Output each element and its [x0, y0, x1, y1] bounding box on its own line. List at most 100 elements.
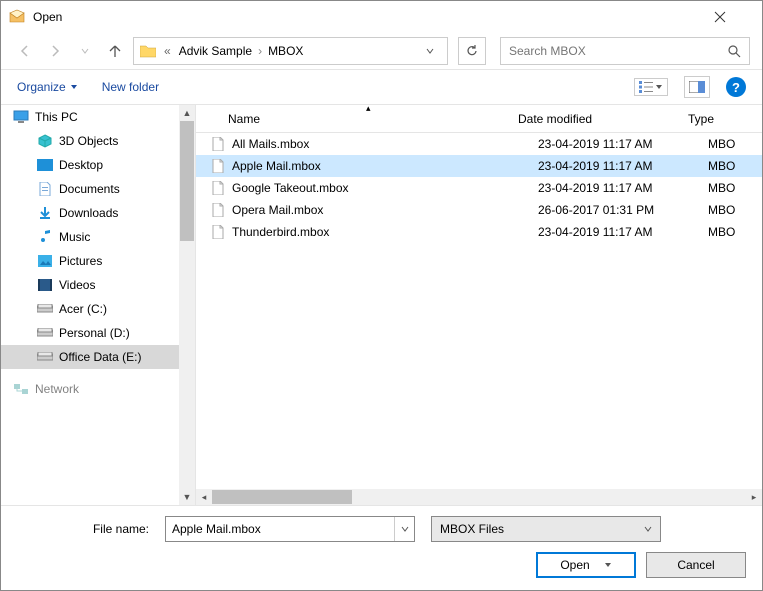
pictures-icon — [37, 253, 53, 269]
tree-downloads[interactable]: Downloads — [1, 201, 179, 225]
file-icon — [208, 225, 228, 239]
filetype-select[interactable]: MBOX Files — [431, 516, 661, 542]
file-type: MBO — [708, 159, 762, 173]
breadcrumb[interactable]: « Advik Sample › MBOX — [133, 37, 448, 65]
network-icon — [13, 381, 29, 397]
app-icon — [9, 9, 25, 25]
tree-label: This PC — [35, 110, 78, 124]
open-button[interactable]: Open — [536, 552, 636, 578]
scroll-up-arrow[interactable]: ▲ — [179, 105, 195, 121]
breadcrumb-part-2[interactable]: MBOX — [264, 44, 307, 58]
column-name[interactable]: ▴ Name — [208, 112, 518, 126]
file-type: MBO — [708, 225, 762, 239]
file-date: 23-04-2019 11:17 AM — [538, 181, 708, 195]
preview-pane-button[interactable] — [684, 76, 710, 98]
tree-network[interactable]: Network — [1, 377, 179, 401]
tree-label: Documents — [59, 182, 120, 196]
tree-label: Pictures — [59, 254, 102, 268]
desktop-icon — [37, 157, 53, 173]
scroll-thumb[interactable] — [180, 121, 194, 241]
file-icon — [208, 137, 228, 151]
file-row[interactable]: Apple Mail.mbox23-04-2019 11:17 AMMBO — [196, 155, 762, 177]
column-date[interactable]: Date modified — [518, 112, 688, 126]
cancel-button[interactable]: Cancel — [646, 552, 746, 578]
file-type: MBO — [708, 203, 762, 217]
column-type[interactable]: Type — [688, 112, 762, 126]
drive-icon — [37, 325, 53, 341]
close-button[interactable] — [714, 11, 754, 23]
file-row[interactable]: All Mails.mbox23-04-2019 11:17 AMMBO — [196, 133, 762, 155]
scroll-down-arrow[interactable]: ▼ — [179, 489, 195, 505]
file-row[interactable]: Thunderbird.mbox23-04-2019 11:17 AMMBO — [196, 221, 762, 243]
file-icon — [208, 203, 228, 217]
scroll-track[interactable] — [179, 121, 195, 489]
breadcrumb-root-chevron[interactable]: « — [164, 44, 171, 58]
breadcrumb-dropdown[interactable] — [425, 46, 443, 56]
tree-this-pc[interactable]: This PC — [1, 105, 179, 129]
tree-label: Personal (D:) — [59, 326, 130, 340]
monitor-icon — [13, 109, 29, 125]
chevron-down-icon — [70, 83, 78, 91]
scroll-left-arrow[interactable]: ◂ — [196, 492, 212, 503]
tree-label: 3D Objects — [59, 134, 118, 148]
drive-icon — [37, 301, 53, 317]
view-mode-button[interactable] — [634, 78, 668, 96]
file-name: Thunderbird.mbox — [228, 225, 538, 239]
tree-music[interactable]: Music — [1, 225, 179, 249]
breadcrumb-separator[interactable]: › — [258, 44, 262, 58]
file-name: Apple Mail.mbox — [228, 159, 538, 173]
back-button[interactable] — [13, 39, 37, 63]
tree-3d-objects[interactable]: 3D Objects — [1, 129, 179, 153]
document-icon — [37, 181, 53, 197]
file-icon — [208, 181, 228, 195]
chevron-down-icon — [655, 83, 663, 91]
search-input[interactable] — [509, 44, 727, 58]
filename-dropdown[interactable] — [394, 517, 414, 541]
new-folder-button[interactable]: New folder — [102, 80, 159, 94]
file-row[interactable]: Google Takeout.mbox23-04-2019 11:17 AMMB… — [196, 177, 762, 199]
tree-drive-e[interactable]: Office Data (E:) — [1, 345, 179, 369]
tree-desktop[interactable]: Desktop — [1, 153, 179, 177]
file-icon — [208, 159, 228, 173]
toolbar: Organize New folder ? — [1, 69, 762, 105]
recent-dropdown[interactable] — [73, 39, 97, 63]
organize-menu[interactable]: Organize — [17, 80, 78, 94]
file-row[interactable]: Opera Mail.mbox26-06-2017 01:31 PMMBO — [196, 199, 762, 221]
scroll-right-arrow[interactable]: ▸ — [746, 492, 762, 503]
scroll-track[interactable] — [212, 489, 746, 505]
tree-label: Desktop — [59, 158, 103, 172]
sort-indicator-icon: ▴ — [366, 103, 371, 114]
file-date: 23-04-2019 11:17 AM — [538, 225, 708, 239]
filename-input[interactable] — [166, 522, 394, 536]
search-icon[interactable] — [727, 44, 741, 58]
list-view-icon — [639, 81, 653, 93]
breadcrumb-part-1[interactable]: Advik Sample — [175, 44, 256, 58]
titlebar: Open — [1, 1, 762, 33]
filename-combo[interactable] — [165, 516, 415, 542]
navigation-tree: This PC 3D Objects Desktop Documents Dow… — [1, 105, 196, 505]
videos-icon — [37, 277, 53, 293]
tree-documents[interactable]: Documents — [1, 177, 179, 201]
file-type: MBO — [708, 137, 762, 151]
tree-label: Network — [35, 382, 79, 396]
file-list-area: ▴ Name Date modified Type All Mails.mbox… — [196, 105, 762, 505]
file-name: All Mails.mbox — [228, 137, 538, 151]
scroll-thumb[interactable] — [212, 490, 352, 504]
tree-pictures[interactable]: Pictures — [1, 249, 179, 273]
chevron-down-icon — [644, 525, 652, 533]
sidebar-scrollbar[interactable]: ▲ ▼ — [179, 105, 195, 505]
search-box[interactable] — [500, 37, 750, 65]
horizontal-scrollbar[interactable]: ◂ ▸ — [196, 489, 762, 505]
tree-label: Office Data (E:) — [59, 350, 141, 364]
tree-drive-d[interactable]: Personal (D:) — [1, 321, 179, 345]
split-chevron-icon[interactable] — [604, 561, 612, 569]
file-date: 23-04-2019 11:17 AM — [538, 137, 708, 151]
help-button[interactable]: ? — [726, 77, 746, 97]
drive-icon — [37, 349, 53, 365]
up-button[interactable] — [103, 39, 127, 63]
window-title: Open — [33, 10, 714, 24]
tree-videos[interactable]: Videos — [1, 273, 179, 297]
refresh-button[interactable] — [458, 37, 486, 65]
tree-drive-c[interactable]: Acer (C:) — [1, 297, 179, 321]
forward-button[interactable] — [43, 39, 67, 63]
